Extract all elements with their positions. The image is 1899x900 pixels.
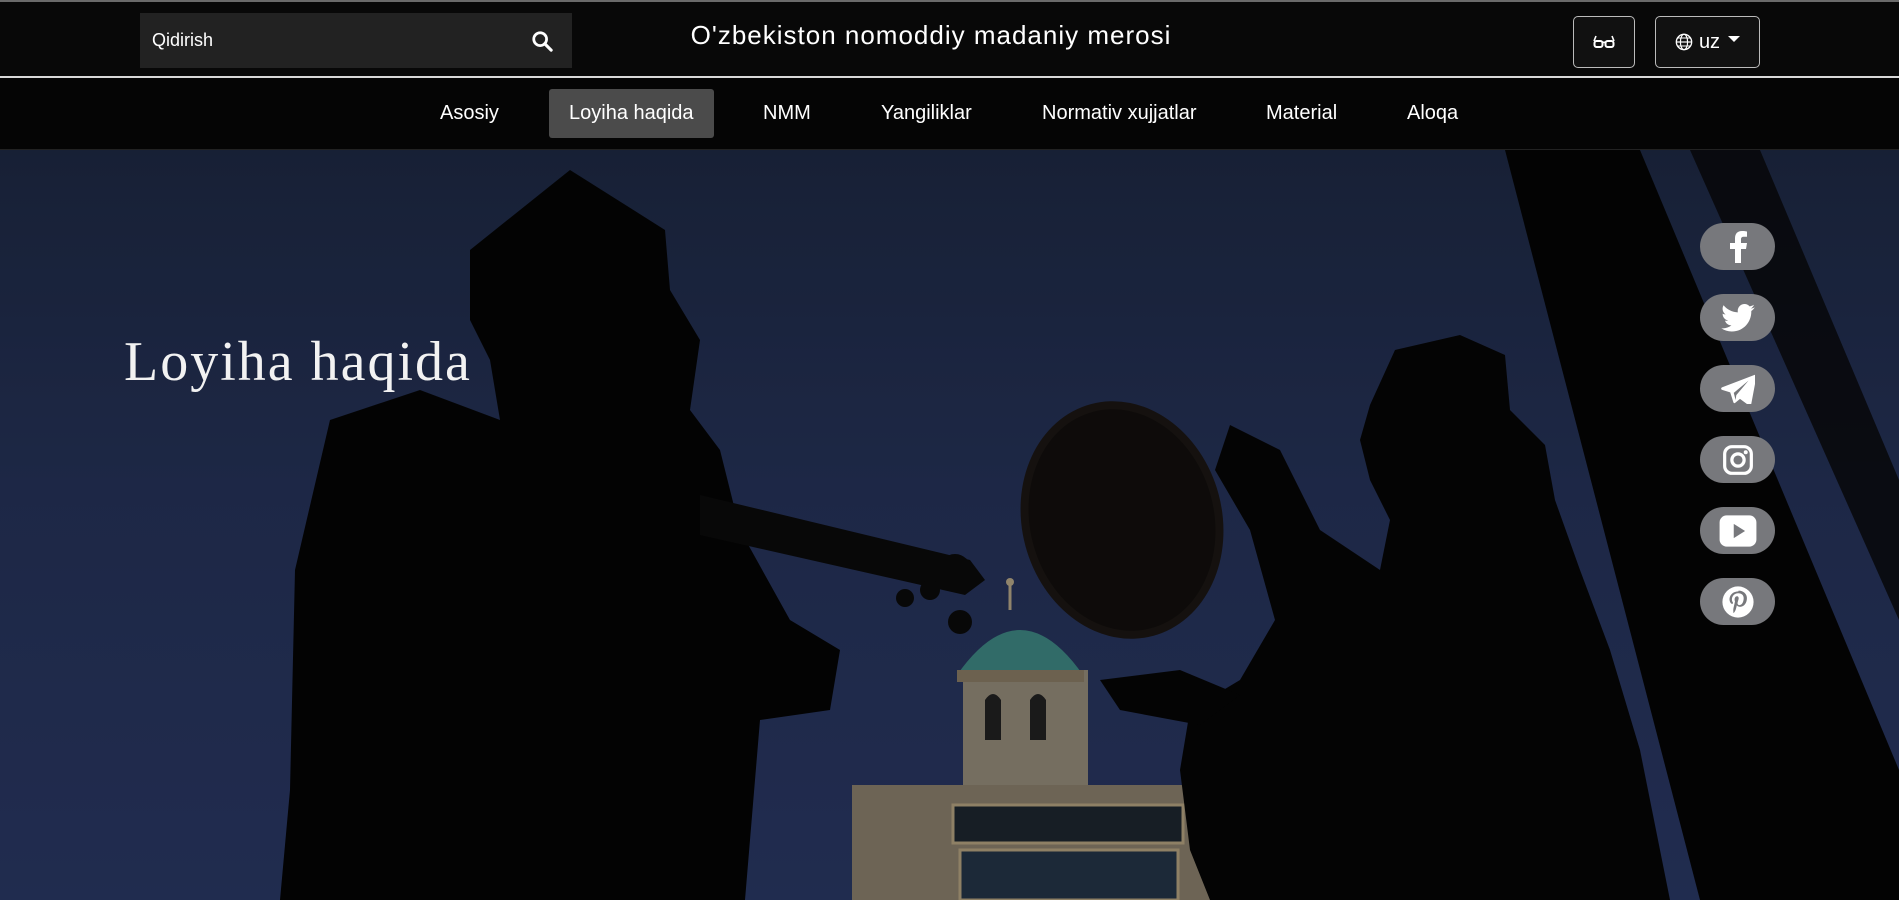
nav-item-aloqa[interactable]: Aloqa xyxy=(1387,89,1478,138)
accessibility-button[interactable] xyxy=(1573,16,1635,68)
caret-down-icon xyxy=(1728,36,1741,42)
language-label: uz xyxy=(1698,30,1721,53)
glasses-icon xyxy=(1593,35,1615,48)
youtube-icon xyxy=(1719,514,1756,547)
instagram-button[interactable] xyxy=(1700,436,1775,483)
nav-item-material[interactable]: Material xyxy=(1246,89,1357,138)
instagram-icon xyxy=(1722,444,1753,475)
facebook-icon xyxy=(1729,230,1747,263)
facebook-button[interactable] xyxy=(1700,223,1775,270)
nav-item-nmm[interactable]: NMM xyxy=(743,89,831,138)
pinterest-icon xyxy=(1721,585,1754,618)
hero-title: Loyiha haqida xyxy=(124,331,472,393)
nav-item-normativ-xujjatlar[interactable]: Normativ xujjatlar xyxy=(1022,89,1216,138)
telegram-button[interactable] xyxy=(1700,365,1775,412)
nav-item-yangiliklar[interactable]: Yangiliklar xyxy=(861,89,992,138)
nav-item-loyiha-haqida[interactable]: Loyiha haqida xyxy=(549,89,714,138)
telegram-icon xyxy=(1720,374,1755,404)
twitter-icon xyxy=(1720,303,1755,331)
hero-banner: Loyiha haqida xyxy=(0,150,1899,900)
hero-background-image xyxy=(0,150,1899,900)
language-dropdown[interactable]: uz xyxy=(1655,16,1760,68)
nav-item-asosiy[interactable]: Asosiy xyxy=(420,89,519,138)
main-nav: Asosiy Loyiha haqida NMM Yangiliklar Nor… xyxy=(0,78,1899,150)
top-header: O'zbekiston nomoddiy madaniy merosi uz xyxy=(0,0,1899,78)
twitter-button[interactable] xyxy=(1700,294,1775,341)
youtube-button[interactable] xyxy=(1700,507,1775,554)
pinterest-button[interactable] xyxy=(1700,578,1775,625)
globe-icon xyxy=(1675,33,1693,51)
